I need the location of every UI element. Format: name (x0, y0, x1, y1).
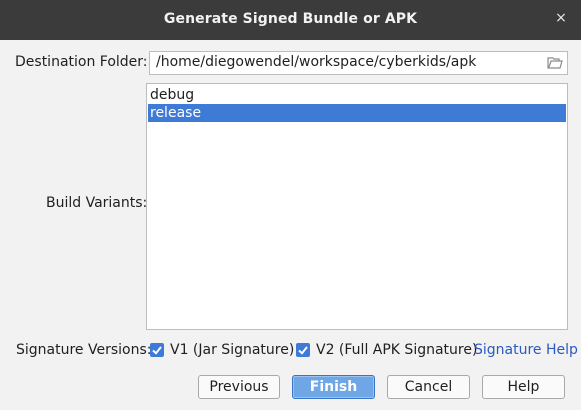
variant-item-release[interactable]: release (148, 104, 566, 122)
signature-help-link[interactable]: Signature Help (474, 342, 578, 358)
checkmark-icon (152, 346, 162, 355)
build-variants-list[interactable]: debug release (146, 83, 568, 330)
dialog-title: Generate Signed Bundle or APK (163, 11, 418, 27)
close-icon[interactable]: × (555, 11, 567, 25)
v2-signature-label[interactable]: V2 (Full APK Signature) (316, 342, 477, 358)
variant-item-debug[interactable]: debug (148, 86, 566, 104)
folder-icon[interactable] (547, 56, 563, 70)
cancel-button[interactable]: Cancel (387, 375, 470, 399)
titlebar: Generate Signed Bundle or APK × (0, 0, 581, 40)
v1-signature-label[interactable]: V1 (Jar Signature) (170, 342, 294, 358)
destination-folder-label: Destination Folder: (15, 54, 148, 70)
destination-folder-input[interactable]: /home/diegowendel/workspace/cyberkids/ap… (149, 51, 568, 75)
checkmark-icon (298, 346, 308, 355)
v2-signature-checkbox[interactable] (296, 343, 310, 357)
signature-versions-label: Signature Versions: (16, 342, 152, 358)
previous-button[interactable]: Previous (198, 375, 280, 399)
v1-signature-checkbox[interactable] (150, 343, 164, 357)
dialog-window: Generate Signed Bundle or APK × Destinat… (0, 0, 581, 410)
destination-folder-value[interactable]: /home/diegowendel/workspace/cyberkids/ap… (156, 54, 476, 70)
build-variants-label: Build Variants: (46, 195, 148, 211)
help-button[interactable]: Help (482, 375, 565, 399)
finish-button[interactable]: Finish (292, 375, 375, 399)
window-edge (0, 40, 3, 410)
